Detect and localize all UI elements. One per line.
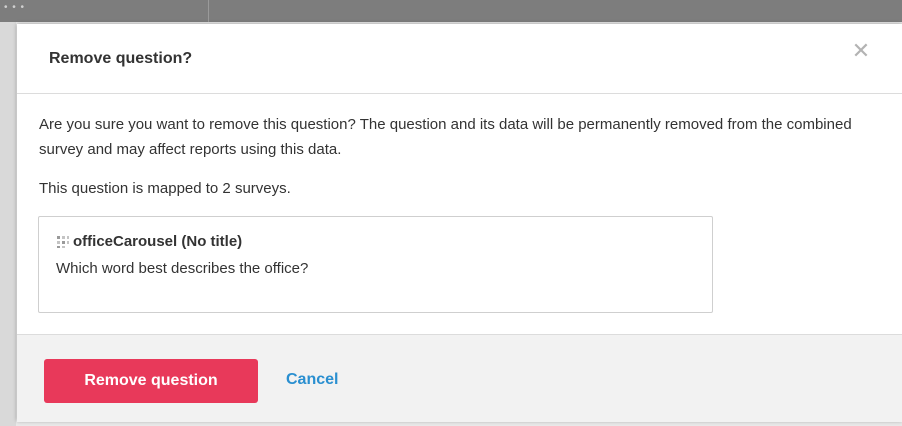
background-top-bar: • • • — [0, 0, 902, 22]
close-icon[interactable]: ✕ — [846, 36, 876, 66]
dialog-body: Are you sure you want to remove this que… — [17, 94, 902, 334]
cancel-link[interactable]: Cancel — [286, 371, 338, 389]
confirmation-message: Are you sure you want to remove this que… — [39, 116, 852, 158]
background-divider — [208, 0, 209, 22]
remove-question-dialog: Remove question? ✕ Are you sure you want… — [17, 24, 902, 422]
question-title-row: officeCarousel (No title) — [56, 233, 242, 250]
dialog-footer: Remove question Cancel — [17, 334, 902, 422]
background-dots: • • • — [4, 2, 26, 13]
dialog-title: Remove question? — [49, 50, 193, 67]
remove-question-button[interactable]: Remove question — [44, 359, 258, 403]
question-card: officeCarousel (No title) Which word bes… — [38, 216, 713, 313]
mapped-surveys-note: This question is mapped to 2 surveys. — [39, 180, 291, 197]
carousel-icon — [56, 235, 70, 249]
question-text: Which word best describes the office? — [56, 260, 309, 277]
dialog-header: Remove question? ✕ — [17, 24, 902, 94]
question-name: officeCarousel (No title) — [73, 233, 243, 250]
background-left-strip — [0, 22, 16, 426]
